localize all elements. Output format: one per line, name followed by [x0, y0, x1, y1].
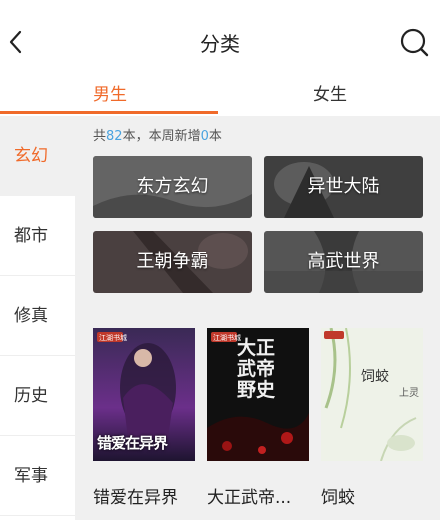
subcategory-label: 王朝争霸: [136, 251, 209, 272]
cover-author: 上灵: [399, 388, 419, 399]
sidebar-item-xuanhuan[interactable]: 玄幻: [0, 116, 75, 196]
book-title: 大正武帝...: [207, 488, 292, 508]
category-sidebar: 玄幻 都市 修真 历史 军事: [0, 116, 75, 520]
book-item[interactable]: 江湖书城 错爱在异界 错爱在异界: [93, 328, 195, 508]
count-suffix: 本: [208, 129, 222, 144]
top-bar: 分类: [0, 0, 440, 80]
cover-title: 大正武帝野史: [237, 337, 276, 401]
book-cover: 饲蛟 上灵: [321, 328, 423, 461]
category-content: 共82本，本周新增0本 东方玄幻 异世大陆 王朝争霸 高武世界 江湖书城 错爱在…: [75, 116, 440, 520]
subcategory-label: 高武世界: [307, 251, 380, 272]
subcategory-gaowu-shijie[interactable]: 高武世界: [264, 231, 423, 293]
book-cover: 江湖书城 大正武帝野史: [207, 328, 309, 461]
new-count: 0: [200, 129, 209, 144]
subcategory-label: 异世大陆: [307, 176, 380, 197]
publisher-badge: 江湖书城: [99, 334, 127, 342]
count-prefix: 共: [93, 129, 107, 144]
tab-female[interactable]: 女生: [220, 80, 440, 116]
subcategory-label: 东方玄幻: [136, 176, 209, 197]
subcategory-wangchao-zhengba[interactable]: 王朝争霸: [93, 231, 252, 293]
subcategory-yishi-dalu[interactable]: 异世大陆: [264, 156, 423, 218]
search-icon: [400, 28, 429, 57]
book-item[interactable]: 江湖书城 大正武帝野史 大正武帝...: [207, 328, 309, 508]
cover-title: 错爱在异界: [97, 434, 168, 452]
subcategory-dongfang-xuanhuan[interactable]: 东方玄幻: [93, 156, 252, 218]
count-middle: 本，本周新增: [122, 129, 201, 144]
sidebar-item-dushi[interactable]: 都市: [0, 196, 75, 276]
total-count: 82: [106, 129, 123, 144]
sidebar-item-junshi[interactable]: 军事: [0, 436, 75, 516]
cover-title: 饲蛟: [361, 369, 389, 385]
book-count-summary: 共82本，本周新增0本: [93, 125, 222, 144]
book-item[interactable]: 饲蛟 上灵 饲蛟: [321, 328, 423, 508]
book-title: 错爱在异界: [93, 488, 178, 508]
sidebar-item-xiuzhen[interactable]: 修真: [0, 276, 75, 356]
search-button[interactable]: [398, 26, 432, 60]
book-title: 饲蛟: [321, 488, 355, 508]
book-cover: 江湖书城 错爱在异界: [93, 328, 195, 461]
active-tab-indicator: [0, 111, 218, 114]
page-title: 分类: [200, 32, 240, 56]
sidebar-item-lishi[interactable]: 历史: [0, 356, 75, 436]
